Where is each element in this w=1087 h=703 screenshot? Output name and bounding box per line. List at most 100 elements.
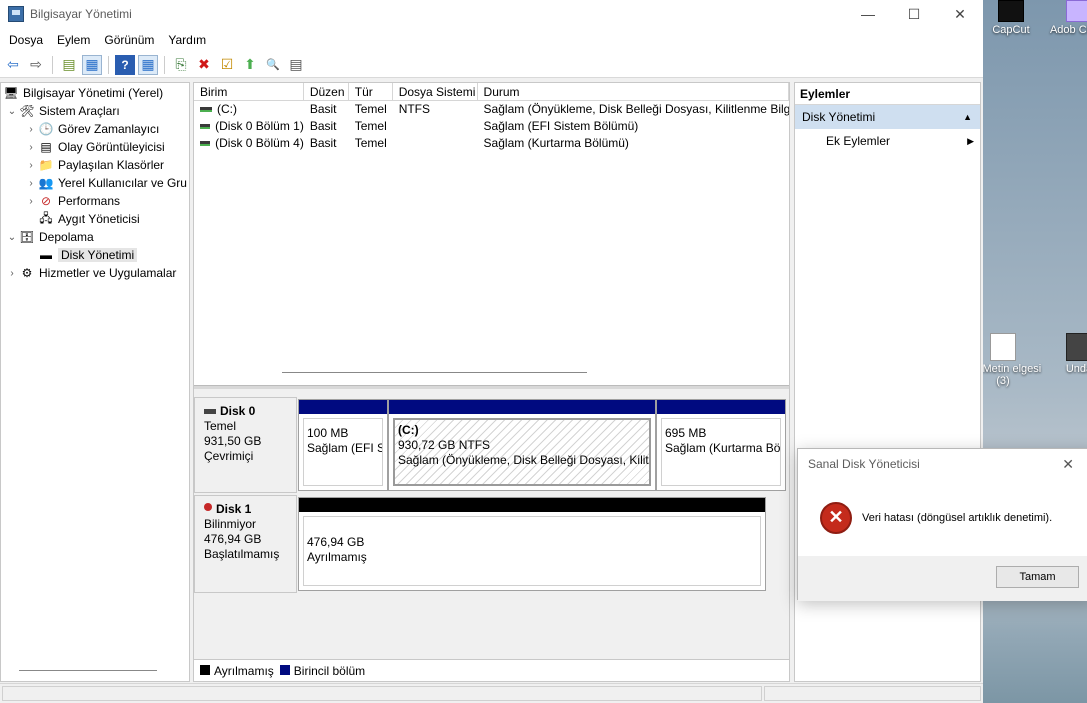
tree-item-label: Paylaşılan Klasörler — [58, 158, 165, 172]
disk-type: Bilinmiyor — [204, 517, 257, 531]
actions-section-disk-management[interactable]: Disk Yönetimi ▲ — [795, 105, 980, 129]
column-header-file-system[interactable]: Dosya Sistemi — [393, 83, 478, 100]
menu-eylem[interactable]: Eylem — [50, 33, 97, 47]
shortcut-icon — [1066, 333, 1087, 361]
title-bar[interactable]: Bilgisayar Yönetimi — ☐ ✕ — [0, 0, 983, 28]
table-row[interactable]: (C:) Basit Temel NTFS Sağlam (Önyükleme,… — [194, 101, 789, 118]
disk-status: Çevrimiçi — [204, 449, 254, 463]
column-header-type[interactable]: Tür — [349, 83, 393, 100]
maximize-button[interactable]: ☐ — [891, 0, 937, 28]
tree-item-event-viewer[interactable]: › ▤ Olay Görüntüleyicisi — [24, 138, 165, 156]
volume-status: Sağlam (Önyükleme, Disk Belleği Dosyası,… — [483, 102, 789, 116]
table-row[interactable]: (Disk 0 Bölüm 4) Basit Temel Sağlam (Kur… — [194, 135, 789, 152]
device-manager-icon: 🖧 — [39, 210, 53, 225]
computer-icon: 🖥 — [3, 86, 19, 100]
minimize-button[interactable]: — — [845, 0, 891, 28]
dialog-title: Sanal Disk Yöneticisi — [808, 457, 920, 471]
tree-item-label: Hizmetler ve Uygulamalar — [39, 266, 177, 280]
connect-drive-icon[interactable]: ⎘ — [171, 55, 191, 75]
partition-bar — [657, 400, 785, 414]
tree-item-services-applications[interactable]: › ⚙ Hizmetler ve Uygulamalar — [5, 264, 176, 282]
table-row[interactable]: (Disk 0 Bölüm 1) Basit Temel Sağlam (EFI… — [194, 118, 789, 135]
error-icon: ✕ — [820, 501, 852, 534]
delete-icon[interactable]: ✖ — [194, 55, 214, 75]
tree-item-shared-folders[interactable]: › 📁 Paylaşılan Klasörler — [24, 156, 164, 174]
computer-management-icon — [8, 6, 24, 22]
chevron-down-icon[interactable]: ⌄ — [5, 106, 19, 117]
help-icon[interactable]: ? — [115, 54, 135, 75]
search-icon[interactable]: 🔍 — [263, 55, 283, 75]
chevron-right-icon[interactable]: › — [24, 178, 38, 189]
volume-list-header: Birim Düzen Tür Dosya Sistemi Durum — [194, 83, 789, 101]
action-more-actions[interactable]: Ek Eylemler ▶ — [795, 129, 980, 153]
checklist-icon[interactable]: ☑ — [217, 55, 237, 75]
partition-bar — [299, 400, 387, 414]
dialog-close-button[interactable]: ✕ — [1062, 456, 1074, 473]
error-badge-icon — [204, 502, 212, 511]
tree-item-computer-management[interactable]: 🖥 Bilgisayar Yönetimi (Yerel) — [3, 84, 163, 102]
show-tree-icon[interactable]: ▦ — [82, 54, 102, 75]
clock-icon: 🕒 — [38, 122, 54, 136]
action-pane-icon[interactable]: ▦ — [138, 54, 158, 75]
disk-1-info[interactable]: Disk 1 Bilinmiyor 476,94 GB Başlatılmamı… — [194, 495, 297, 593]
partition-c[interactable]: (C:) 930,72 GB NTFS Sağlam (Önyükleme, D… — [388, 399, 656, 491]
partition-recovery[interactable]: 695 MB Sağlam (Kurtarma Bö — [656, 399, 786, 491]
column-header-layout[interactable]: Düzen — [304, 83, 349, 100]
performance-icon: ⊘ — [40, 194, 52, 208]
tree-item-label: Görev Zamanlayıcı — [58, 122, 160, 136]
tree-item-task-scheduler[interactable]: › 🕒 Görev Zamanlayıcı — [24, 120, 159, 138]
desktop-icon-adobe[interactable]: Adob Creati — [1039, 0, 1087, 36]
volume-file-system — [393, 118, 478, 135]
disk-name: Disk 1 — [216, 502, 252, 516]
chevron-right-icon[interactable]: › — [5, 268, 19, 279]
forward-arrow-icon[interactable]: ⇨ — [26, 55, 46, 75]
column-header-status[interactable]: Durum — [478, 83, 789, 100]
volume-name: (Disk 0 Bölüm 1) — [215, 119, 304, 133]
properties-icon[interactable]: ▤ — [286, 55, 306, 75]
tree-item-label: Olay Görüntüleyicisi — [58, 140, 165, 154]
collapse-arrow-icon[interactable]: ▲ — [963, 112, 972, 122]
desktop-icon-label: CapCut — [992, 24, 1030, 36]
back-arrow-icon[interactable]: ⇦ — [3, 55, 23, 75]
desktop-icon-shortcut[interactable]: Unda — [1039, 333, 1087, 375]
ok-button[interactable]: Tamam — [996, 566, 1079, 588]
tree-item-performance[interactable]: › ⊘ Performans — [24, 192, 120, 210]
status-segment — [764, 686, 981, 701]
folder-up-icon[interactable]: ⬆ — [240, 55, 260, 75]
up-folder-icon[interactable]: ▤ — [59, 55, 79, 75]
partition-status: Sağlam (Kurtarma Bö — [665, 441, 781, 455]
partition-body: (C:) 930,72 GB NTFS Sağlam (Önyükleme, D… — [393, 418, 651, 486]
dialog-footer: Tamam — [798, 556, 1087, 601]
menu-gorunum[interactable]: Görünüm — [97, 33, 161, 47]
close-button[interactable]: ✕ — [937, 0, 983, 28]
column-header-volume[interactable]: Birim — [194, 83, 304, 100]
partition-efi[interactable]: 100 MB Sağlam (EFI Si — [298, 399, 388, 491]
menu-dosya[interactable]: Dosya — [2, 33, 50, 47]
volume-name: (Disk 0 Bölüm 4) — [215, 136, 304, 150]
chevron-right-icon[interactable]: › — [24, 196, 38, 207]
horizontal-scrollbar[interactable] — [19, 670, 157, 671]
toolbar: ⇦ ⇨ ▤ ▦ ? ▦ ⎘ ✖ ☑ ⬆ 🔍 ▤ — [0, 52, 983, 78]
chevron-down-icon[interactable]: ⌄ — [5, 232, 19, 243]
volume-name: (C:) — [217, 102, 237, 116]
chevron-right-icon[interactable]: › — [24, 124, 38, 135]
tree-item-label: Performans — [58, 194, 121, 208]
chevron-right-icon[interactable]: › — [24, 142, 38, 153]
legend-swatch — [200, 664, 210, 675]
tree-item-disk-management[interactable]: ▬ Disk Yönetimi — [24, 246, 138, 264]
volume-icon — [200, 141, 211, 146]
menu-yardim[interactable]: Yardım — [161, 33, 213, 47]
legend-swatch — [279, 664, 290, 675]
partition-unallocated[interactable]: 476,94 GB Ayrılmamış — [298, 497, 766, 591]
disk-type: Temel — [204, 419, 237, 433]
dialog-message: Veri hatası (döngüsel artıklık denetimi)… — [862, 511, 1053, 524]
partition-body: 695 MB Sağlam (Kurtarma Bö — [661, 418, 781, 486]
chevron-right-icon[interactable]: › — [24, 160, 38, 171]
tree-item-local-users[interactable]: › 👥 Yerel Kullanıcılar ve Gru — [24, 174, 187, 192]
horizontal-scrollbar[interactable] — [282, 372, 587, 373]
tree-item-storage[interactable]: ⌄ 🗄 Depolama — [5, 228, 94, 246]
volume-status: Sağlam (EFI Sistem Bölümü) — [483, 119, 639, 133]
tree-item-device-manager[interactable]: 🖧 Aygıt Yöneticisi — [24, 210, 139, 228]
disk-0-info[interactable]: Disk 0 Temel 931,50 GB Çevrimiçi — [194, 397, 297, 493]
tree-item-system-tools[interactable]: ⌄ 🛠 Sistem Araçları — [5, 102, 120, 120]
